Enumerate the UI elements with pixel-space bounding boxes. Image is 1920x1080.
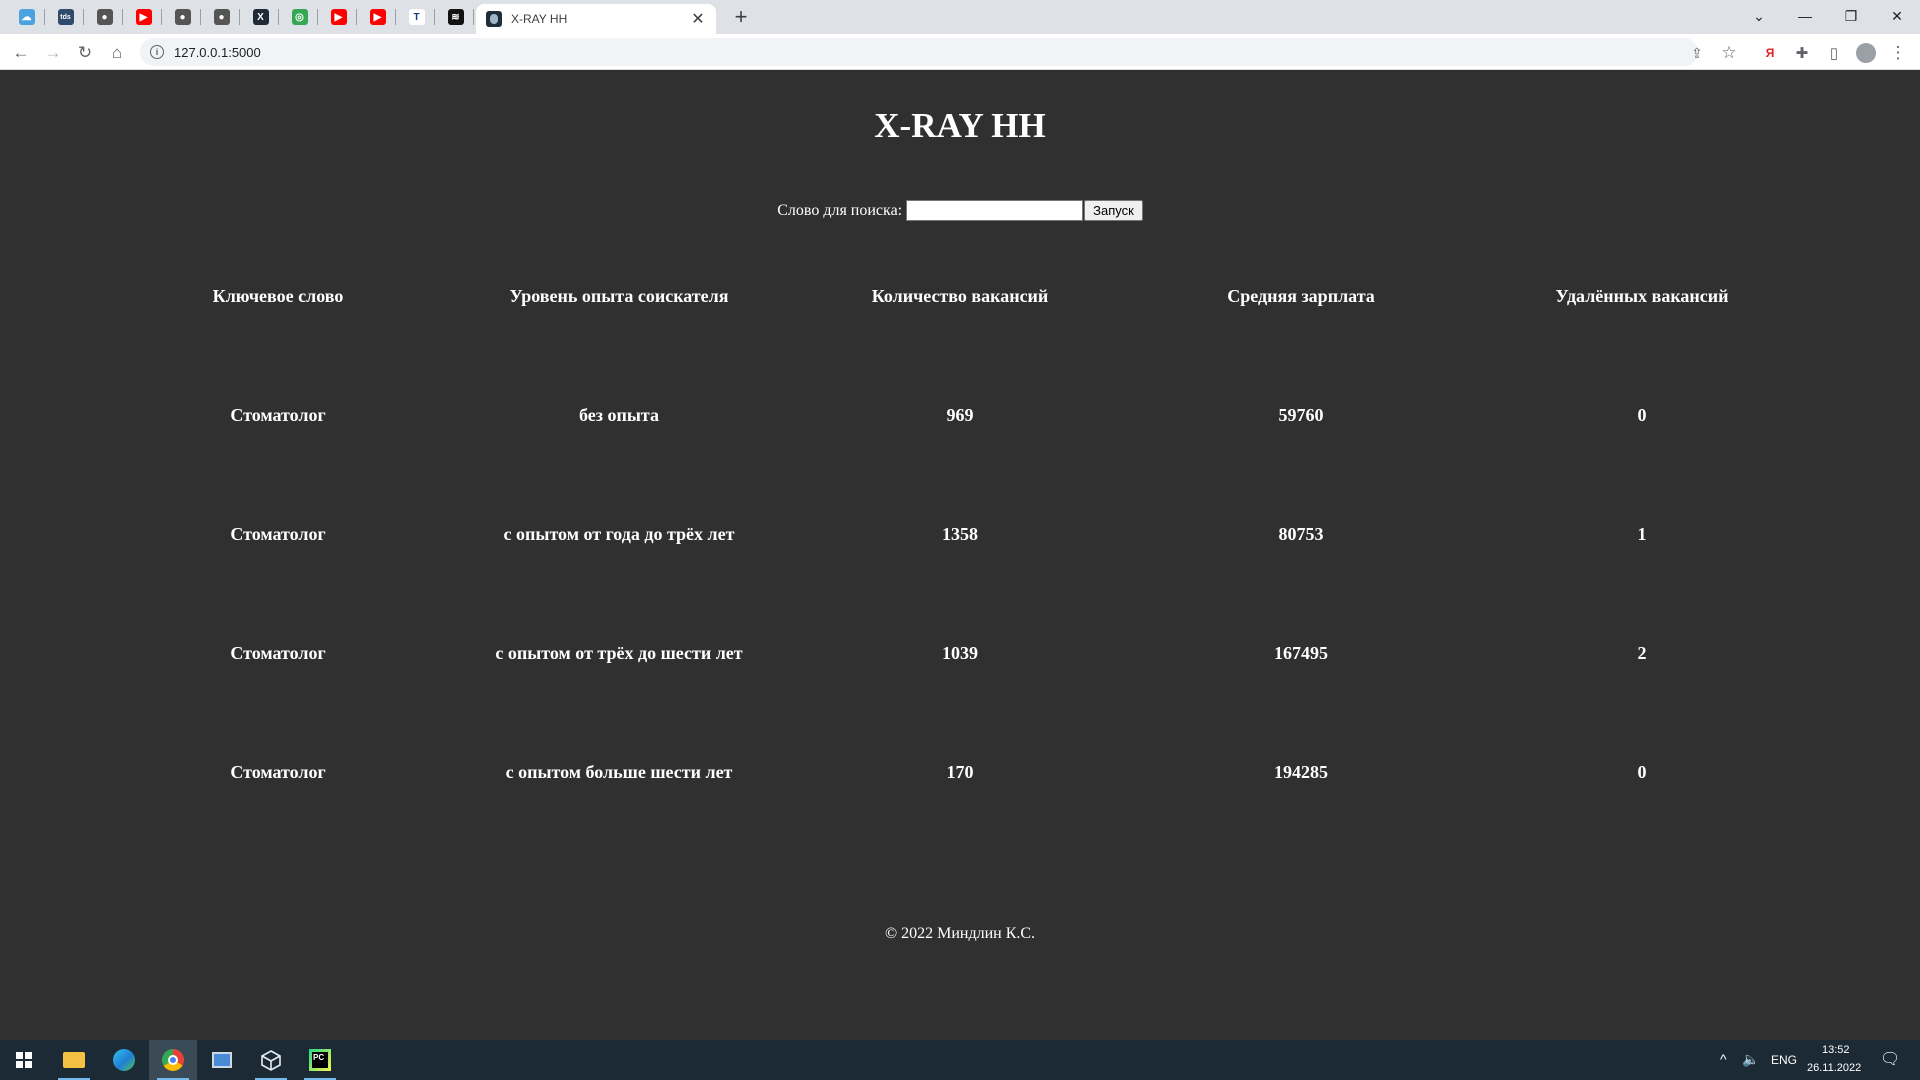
pinned-tab[interactable]: ◎ bbox=[281, 4, 318, 30]
profile-avatar-icon[interactable] bbox=[1853, 40, 1879, 66]
column-header-experience: Уровень опыта соискателя bbox=[509, 286, 729, 306]
extensions-puzzle-icon[interactable]: ✚ bbox=[1789, 40, 1815, 66]
cell-remote-vacancies: 0 bbox=[1637, 405, 1647, 425]
share-icon[interactable]: ⇪ bbox=[1684, 40, 1710, 66]
virtualbox-cube-icon[interactable] bbox=[247, 1040, 295, 1080]
pinned-tab[interactable]: ▶ bbox=[125, 4, 162, 30]
address-bar[interactable]: i 127.0.0.1:5000 bbox=[140, 38, 1698, 66]
page-footer: © 2022 Миндлин К.С. bbox=[884, 925, 1036, 942]
cell-keyword: Стоматолог bbox=[230, 405, 326, 425]
restore-button[interactable]: ❐ bbox=[1828, 0, 1874, 32]
tray-chevron-up-icon[interactable]: ^ bbox=[1720, 1051, 1727, 1067]
reload-icon[interactable]: ↻ bbox=[72, 40, 98, 66]
file-explorer-icon[interactable] bbox=[50, 1040, 98, 1080]
pinned-tab[interactable]: ● bbox=[203, 4, 240, 30]
cell-average-salary: 80753 bbox=[1278, 524, 1324, 544]
pinned-tab[interactable]: ● bbox=[86, 4, 123, 30]
column-header-vacancy-count: Количество вакансий bbox=[871, 286, 1049, 306]
cell-keyword: Стоматолог bbox=[230, 643, 326, 663]
cell-experience: с опытом больше шести лет bbox=[505, 762, 733, 782]
cell-experience: с опытом от года до трёх лет bbox=[503, 524, 735, 544]
close-window-button[interactable]: ✕ bbox=[1874, 0, 1920, 32]
clock-time[interactable]: 13:52 bbox=[1822, 1044, 1850, 1056]
globe-icon: ● bbox=[96, 9, 113, 25]
home-icon[interactable]: ⌂ bbox=[104, 40, 130, 66]
pinned-tab[interactable]: ≋ bbox=[437, 4, 474, 30]
forward-icon[interactable]: → bbox=[40, 40, 66, 66]
side-panel-icon[interactable]: ▯ bbox=[1821, 40, 1847, 66]
cell-vacancy-count: 969 bbox=[946, 405, 974, 425]
clock-date[interactable]: 26.11.2022 bbox=[1807, 1062, 1861, 1074]
cloud-icon: ☁ bbox=[18, 9, 35, 25]
cell-experience: без опыта bbox=[579, 405, 659, 425]
bookmark-star-icon[interactable]: ☆ bbox=[1716, 40, 1742, 66]
pinned-tab[interactable]: tds bbox=[47, 4, 84, 30]
cell-keyword: Стоматолог bbox=[230, 524, 326, 544]
cell-vacancy-count: 1039 bbox=[942, 643, 978, 663]
globe-icon: ● bbox=[213, 9, 230, 25]
pycharm-icon[interactable]: PC bbox=[296, 1040, 344, 1080]
column-header-keyword: Ключевое слово bbox=[212, 286, 344, 306]
search-label: Слово для поиска: bbox=[777, 201, 903, 219]
layers-icon: ≋ bbox=[447, 9, 464, 25]
search-input[interactable] bbox=[906, 200, 1084, 221]
t-letter-icon: T bbox=[408, 9, 425, 25]
cell-vacancy-count: 1358 bbox=[942, 524, 978, 544]
x-logo-icon: X bbox=[252, 9, 269, 25]
pinned-tab[interactable]: T bbox=[398, 4, 435, 30]
yandex-extension-icon[interactable]: Я bbox=[1757, 40, 1783, 66]
back-icon[interactable]: ← bbox=[8, 40, 34, 66]
tds-icon: tds bbox=[57, 9, 74, 25]
edge-icon[interactable] bbox=[100, 1040, 148, 1080]
pinned-tab[interactable]: ● bbox=[164, 4, 201, 30]
cell-remote-vacancies: 0 bbox=[1637, 762, 1647, 782]
tab-active[interactable]: X-RAY HH ✕ bbox=[476, 4, 716, 34]
input-language[interactable]: ENG bbox=[1771, 1053, 1797, 1067]
cell-average-salary: 194285 bbox=[1274, 762, 1328, 782]
pinned-tab[interactable]: ☁ bbox=[8, 4, 45, 30]
windows-start-icon[interactable] bbox=[0, 1040, 48, 1080]
new-tab-button[interactable]: + bbox=[728, 5, 754, 31]
tab-search-icon[interactable]: ⌄ bbox=[1736, 0, 1782, 32]
search-form: Слово для поиска: Запуск bbox=[0, 200, 1920, 221]
remote-desktop-icon[interactable] bbox=[198, 1040, 246, 1080]
minimize-button[interactable]: — bbox=[1782, 0, 1828, 32]
notification-center-icon[interactable]: 🗨 bbox=[1880, 1049, 1900, 1069]
youtube-icon: ▶ bbox=[135, 9, 152, 25]
cell-vacancy-count: 170 bbox=[946, 762, 974, 782]
address-url: 127.0.0.1:5000 bbox=[174, 44, 261, 60]
cell-experience: с опытом от трёх до шести лет bbox=[495, 643, 743, 663]
site-favicon-icon bbox=[486, 11, 502, 27]
pinned-tab[interactable]: ▶ bbox=[359, 4, 396, 30]
site-info-icon[interactable]: i bbox=[150, 45, 164, 59]
tab-title: X-RAY HH bbox=[511, 12, 568, 26]
youtube-icon: ▶ bbox=[330, 9, 347, 25]
cell-keyword: Стоматолог bbox=[230, 762, 326, 782]
windows-taskbar: PC ^ 🔈 ENG 13:52 26.11.2022 🗨 bbox=[0, 1040, 1920, 1080]
web-page: X-RAY HH Слово для поиска: Запуск Ключев… bbox=[0, 70, 1920, 1040]
globe-icon: ● bbox=[174, 9, 191, 25]
run-button[interactable]: Запуск bbox=[1084, 200, 1143, 221]
page-title: X-RAY HH bbox=[874, 106, 1046, 145]
column-header-remote-vacancies: Удалённых вакансий bbox=[1555, 286, 1729, 306]
pinned-tab[interactable]: ▶ bbox=[320, 4, 357, 30]
tab-strip: ☁ tds ● ▶ ● ● X ◎ ▶ ▶ T ≋ X-RAY HH ✕ + ⌄ — ❐ ✕ bbox=[0, 0, 1920, 34]
chrome-like-icon: ◎ bbox=[291, 9, 308, 25]
browser-toolbar: ← → ↻ ⌂ i 127.0.0.1:5000 ⇪ ☆ Я ✚ ▯ ⋮ bbox=[0, 34, 1920, 70]
cell-average-salary: 59760 bbox=[1278, 405, 1324, 425]
chrome-icon[interactable] bbox=[149, 1040, 197, 1080]
pinned-tab[interactable]: X bbox=[242, 4, 279, 30]
cell-remote-vacancies: 1 bbox=[1637, 524, 1647, 544]
menu-kebab-icon[interactable]: ⋮ bbox=[1885, 40, 1911, 66]
tab-close-icon[interactable]: ✕ bbox=[690, 9, 706, 29]
cell-average-salary: 167495 bbox=[1274, 643, 1328, 663]
column-header-average-salary: Средняя зарплата bbox=[1227, 286, 1375, 306]
cell-remote-vacancies: 2 bbox=[1637, 643, 1647, 663]
youtube-icon: ▶ bbox=[369, 9, 386, 25]
volume-icon[interactable]: 🔈 bbox=[1742, 1051, 1759, 1068]
